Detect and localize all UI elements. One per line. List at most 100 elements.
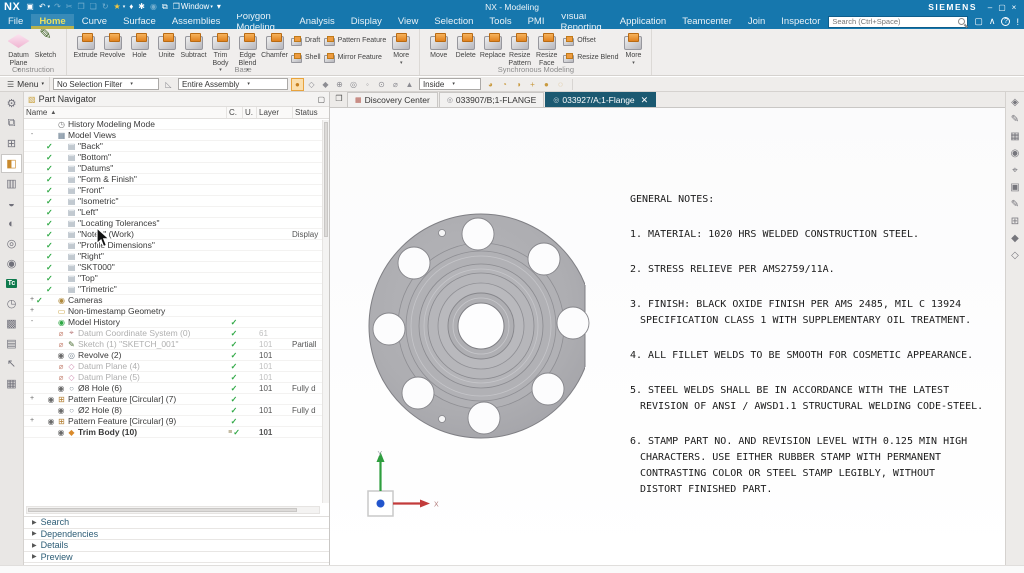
ribbon-button[interactable]: Pattern Feature: [322, 32, 388, 49]
qat-icon[interactable]: ◉ ▾: [150, 2, 158, 12]
column-header-c[interactable]: C.: [226, 107, 242, 118]
constraint-navigator-icon[interactable]: ⊞: [1, 134, 22, 153]
visibility-icon[interactable]: [56, 428, 66, 437]
visibility-icon[interactable]: [46, 395, 56, 404]
assembly-constraints-icon[interactable]: ◈: [1008, 96, 1023, 109]
table-row[interactable]: ✓ History Modeling Mode ≡ ✓: [24, 119, 322, 130]
document-tab[interactable]: 033927/A;1-Flange ✕: [545, 92, 656, 107]
table-row[interactable]: ✓ "Front" ≡ ✓: [24, 185, 322, 196]
table-row[interactable]: ✓ "Form & Finish" ≡ ✓: [24, 174, 322, 185]
point-on-curve-icon[interactable]: ▲: [403, 78, 416, 91]
table-row[interactable]: ✓ Datum Coordinate System (0) ≡ ✓ 61: [24, 328, 322, 339]
existing-point-icon[interactable]: ⌀: [389, 78, 402, 91]
scrollbar-thumb[interactable]: [28, 508, 297, 512]
save-tool-icon[interactable]: ▣: [1008, 181, 1023, 194]
ribbon-tab[interactable]: PMI: [520, 14, 553, 29]
table-row[interactable]: ✓ "Trimetric" ≡ ✓: [24, 284, 322, 295]
collapsible-section[interactable]: ▶ Preview: [24, 552, 329, 564]
table-row[interactable]: ✓ Trim Body (10) ≡ ✓ 101: [24, 427, 322, 438]
restore-button[interactable]: ▢: [996, 3, 1008, 12]
ribbon-button[interactable]: Resize Blend: [561, 49, 619, 66]
osnap-sphere-2-icon[interactable]: ◔: [498, 78, 511, 91]
pattern-tool-icon[interactable]: ⊞: [1008, 215, 1023, 228]
collapsible-section[interactable]: ▶ Dependencies: [24, 529, 329, 541]
table-row[interactable]: + ✓ Pattern Feature [Circular] (7) ≡ ✓: [24, 394, 322, 405]
qat-icon[interactable]: ✂ ▾: [66, 2, 74, 12]
arc-center-icon[interactable]: ◦: [361, 78, 374, 91]
visibility-icon[interactable]: [56, 340, 66, 349]
ribbon-button[interactable]: Unite ▾: [153, 31, 180, 60]
ribbon-button[interactable]: Shell: [289, 49, 322, 66]
tree-expander[interactable]: +: [28, 296, 36, 304]
ribbon-tab[interactable]: Home: [31, 14, 73, 29]
osnap-sphere-icon[interactable]: ◕: [484, 78, 497, 91]
mid-point-icon[interactable]: ◆: [319, 78, 332, 91]
quadrant-point-icon[interactable]: ⊙: [375, 78, 388, 91]
visibility-icon[interactable]: [56, 362, 66, 371]
customize-icon[interactable]: ⚙: [1, 94, 22, 113]
qat-icon[interactable]: ♦ ▾: [129, 2, 134, 12]
ribbon-tab[interactable]: File: [0, 14, 31, 29]
ribbon-tab[interactable]: Selection: [426, 14, 481, 29]
table-row[interactable]: ✓ Ø2 Hole (8) ≡ ✓ 101 Fully d: [24, 405, 322, 416]
close-icon[interactable]: ✕: [641, 96, 649, 104]
ribbon-tab[interactable]: Join: [740, 14, 773, 29]
command-search[interactable]: [828, 16, 968, 28]
qat-icon[interactable]: ⧉ ▾: [162, 2, 169, 12]
qat-icon[interactable]: ✱ ▾: [138, 2, 146, 12]
tree-expander[interactable]: -: [28, 131, 36, 139]
qat-icon[interactable]: ❒ Window ▾: [173, 2, 213, 12]
ribbon-tab[interactable]: Analysis: [291, 14, 342, 29]
table-row[interactable]: ✓ "Top" ≡ ✓: [24, 273, 322, 284]
table-row[interactable]: + ✓ Non-timestamp Geometry ≡ ✓: [24, 306, 322, 317]
qat-icon[interactable]: ↷ ▾: [54, 2, 62, 12]
table-row[interactable]: ✓ "Locating Tolerances" ≡ ✓: [24, 218, 322, 229]
table-row[interactable]: ✓ Datum Plane (4) ≡ ✓ 101: [24, 361, 322, 372]
qat-icon[interactable]: ↶ ▾: [39, 2, 50, 12]
osnap-sphere-3-icon[interactable]: ◑: [512, 78, 525, 91]
selection-filter-select[interactable]: No Selection Filter ▾: [53, 78, 159, 90]
snap-scope-select[interactable]: Inside ▾: [419, 78, 481, 90]
qat-icon[interactable]: ★ ▾: [114, 2, 126, 12]
vertical-scrollbar[interactable]: [322, 120, 329, 503]
qat-icon[interactable]: ❏ ▾: [90, 2, 98, 12]
ribbon-button[interactable]: Hole ▾: [126, 31, 153, 60]
table-row[interactable]: ✓ "Datums" ≡ ✓: [24, 163, 322, 174]
qat-icon[interactable]: ↻ ▾: [102, 2, 110, 12]
more-button[interactable]: More ▾: [388, 31, 414, 66]
control-point-icon[interactable]: ⊕: [333, 78, 346, 91]
ribbon-button[interactable]: Move ▾: [425, 31, 452, 60]
minimize-button[interactable]: –: [984, 3, 996, 12]
system-materials-icon[interactable]: ▩: [1, 314, 22, 333]
hd3d-tools-icon[interactable]: ◒: [1, 194, 22, 213]
measure-icon[interactable]: ⌖: [1008, 164, 1023, 177]
table-row[interactable]: - ✓ Model Views ≡ ✓: [24, 130, 322, 141]
intersection-point-icon[interactable]: ◎: [347, 78, 360, 91]
ribbon-button[interactable]: Draft: [289, 32, 322, 49]
ribbon-button[interactable]: Sketch ▾: [32, 31, 59, 60]
ribbon-button[interactable]: Resize Pattern ▾: [506, 31, 533, 67]
table-row[interactable]: ✓ Revolve (2) ≡ ✓ 101: [24, 350, 322, 361]
ribbon-button[interactable]: Resize Face ▾: [533, 31, 560, 67]
ribbon-tab[interactable]: View: [390, 14, 426, 29]
restore-group-icon[interactable]: ❒: [332, 92, 346, 105]
visibility-icon[interactable]: [56, 384, 66, 393]
close-button[interactable]: ×: [1008, 3, 1020, 12]
ribbon-tab[interactable]: Tools: [481, 14, 519, 29]
ribbon-tab[interactable]: Inspector: [773, 14, 828, 29]
horizontal-scrollbar[interactable]: [26, 506, 320, 514]
table-row[interactable]: ✓ "Profile Dimensions" ≡ ✓: [24, 240, 322, 251]
ribbon-tab[interactable]: Curve: [74, 14, 115, 29]
table-row[interactable]: ✓ "Notes" (Work) ≡ ✓ Display: [24, 229, 322, 240]
web-browser-icon[interactable]: ◉: [1, 254, 22, 273]
snap-settings-icon[interactable]: ◌: [554, 78, 567, 91]
boss-tool-icon[interactable]: ◆: [1008, 232, 1023, 245]
undock-panel-icon[interactable]: ▢: [317, 95, 325, 104]
ribbon-tab[interactable]: Display: [343, 14, 390, 29]
ribbon-button[interactable]: Subtract ▾: [180, 31, 207, 60]
end-point-icon[interactable]: ◇: [305, 78, 318, 91]
ribbon-button[interactable]: Offset: [561, 32, 619, 49]
process-studio-icon[interactable]: ◎: [1, 234, 22, 253]
collapsible-section[interactable]: ▶ Details: [24, 540, 329, 552]
qat-icon[interactable]: ▣ ▾: [26, 2, 35, 12]
